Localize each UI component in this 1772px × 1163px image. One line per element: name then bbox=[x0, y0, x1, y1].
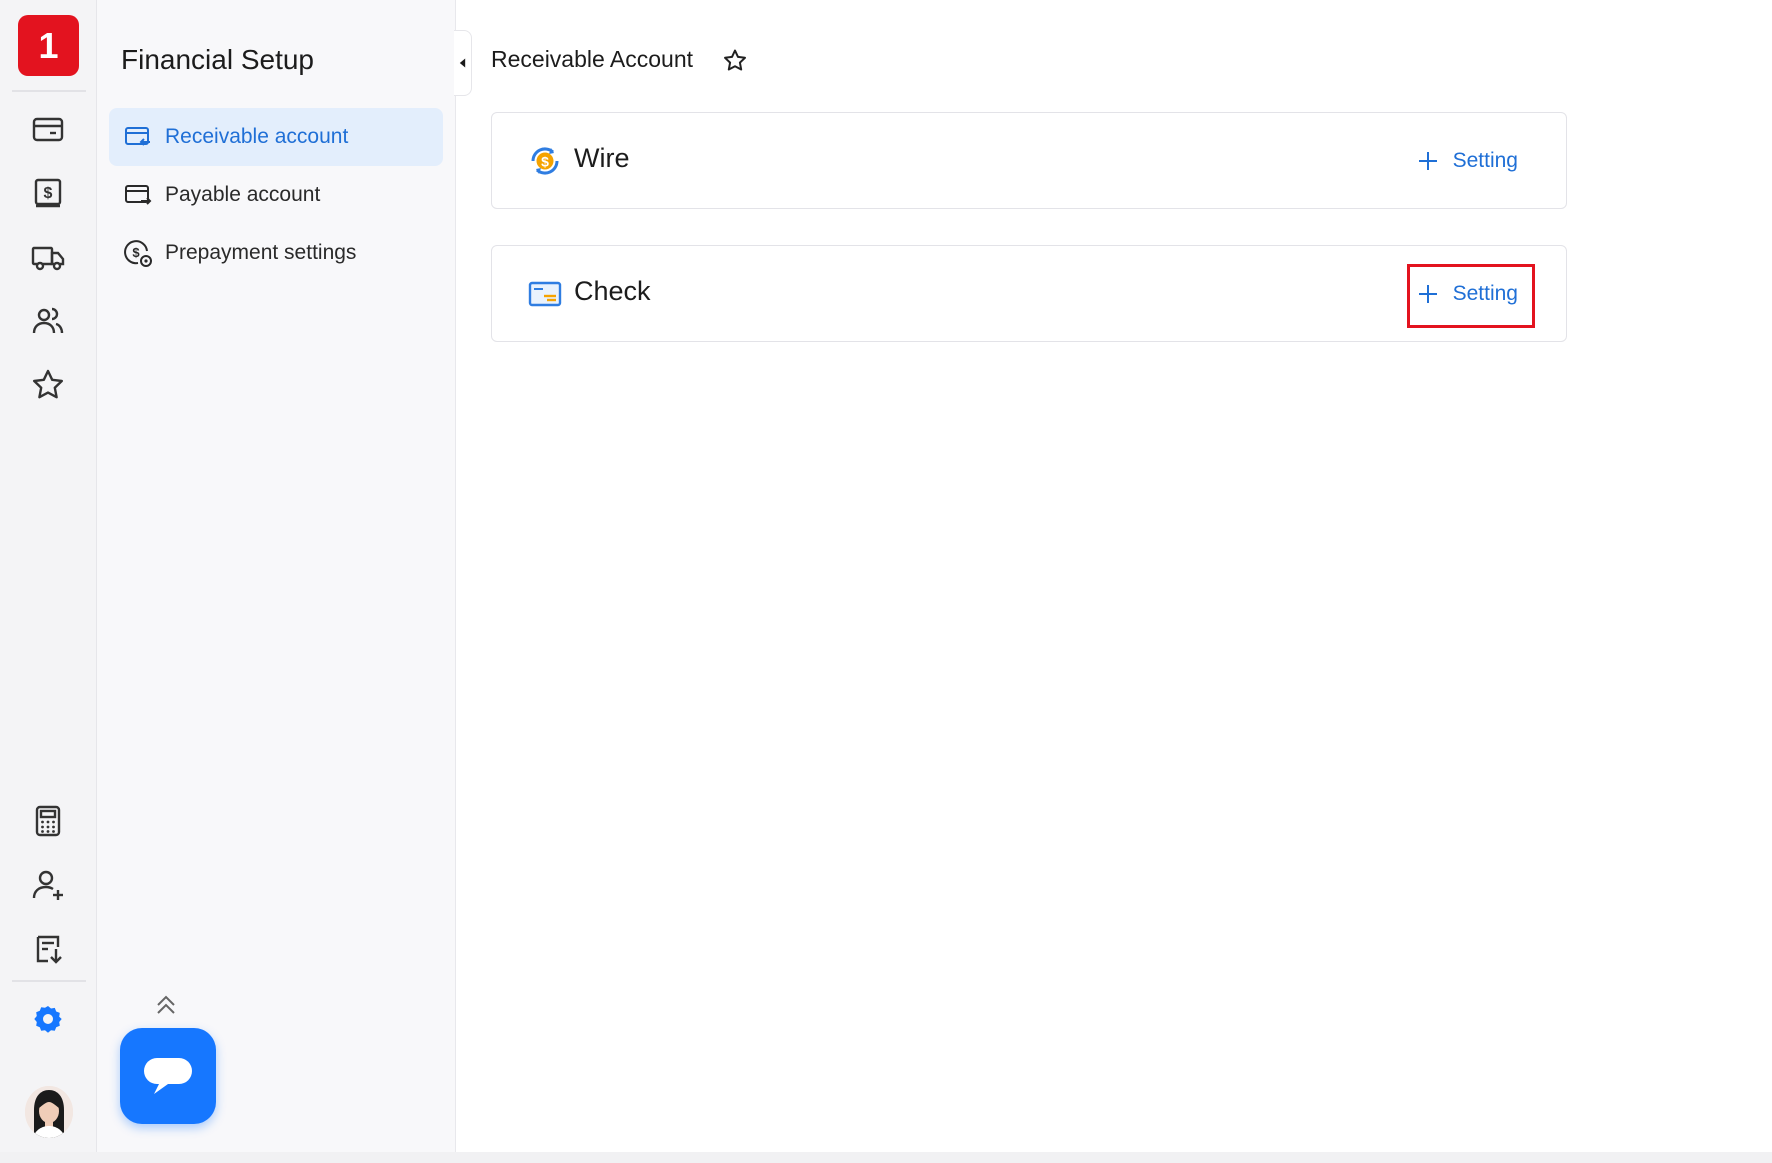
chat-button[interactable] bbox=[120, 1028, 216, 1124]
sidebar-item-payable-account[interactable]: Payable account bbox=[109, 166, 443, 224]
dollar-gear-icon: $ bbox=[123, 238, 153, 268]
sidebar-title: Financial Setup bbox=[121, 44, 315, 75]
svg-text:$: $ bbox=[44, 185, 53, 202]
wire-dollar-icon: $ bbox=[527, 143, 563, 179]
setting-label: Setting bbox=[1452, 149, 1518, 172]
sidebar-item-label: Receivable account bbox=[165, 125, 349, 148]
svg-text:$: $ bbox=[541, 154, 549, 170]
star-icon[interactable] bbox=[27, 364, 69, 406]
chat-bubble-icon bbox=[144, 1058, 192, 1094]
check-cheque-icon bbox=[527, 276, 563, 312]
plus-icon bbox=[1418, 285, 1437, 303]
collapse-sidebar-button[interactable] bbox=[454, 30, 472, 96]
bottom-strip bbox=[0, 1152, 1772, 1163]
download-list-icon[interactable] bbox=[27, 928, 69, 970]
wire-setting-button[interactable]: Setting bbox=[1417, 146, 1518, 176]
dollar-box-icon[interactable]: $ bbox=[27, 172, 69, 214]
receivable-card-icon bbox=[123, 122, 153, 152]
sidebar-item-label: Prepayment settings bbox=[165, 241, 357, 264]
payment-method-card-wire: $ Wire Setting bbox=[491, 112, 1567, 209]
gear-icon[interactable] bbox=[27, 998, 69, 1040]
card-icon[interactable] bbox=[27, 108, 69, 150]
rail-divider bbox=[12, 980, 86, 982]
users-icon[interactable] bbox=[27, 300, 69, 342]
payable-card-icon bbox=[123, 180, 153, 210]
sidebar-item-prepayment-settings[interactable]: $ Prepayment settings bbox=[109, 224, 443, 282]
add-user-icon[interactable] bbox=[27, 864, 69, 906]
payment-method-name: Check bbox=[574, 276, 651, 306]
rail-divider bbox=[12, 90, 86, 92]
sidebar-item-label: Payable account bbox=[165, 183, 321, 206]
avatar[interactable] bbox=[25, 1086, 73, 1138]
truck-icon[interactable] bbox=[27, 236, 69, 278]
calculator-icon[interactable] bbox=[27, 800, 69, 842]
svg-text:$: $ bbox=[132, 245, 140, 260]
caret-left-icon bbox=[459, 58, 466, 68]
app-rail: 1 $ bbox=[0, 0, 97, 1152]
check-setting-button[interactable]: Setting bbox=[1417, 279, 1518, 309]
financial-setup-sidebar: Financial Setup Receivable account Payab… bbox=[97, 0, 456, 1152]
page-title: Receivable Account bbox=[491, 46, 694, 72]
app-logo[interactable]: 1 bbox=[18, 15, 79, 76]
payment-method-card-check: Check Setting bbox=[491, 245, 1567, 342]
scroll-top-icon[interactable] bbox=[155, 994, 177, 1016]
plus-icon bbox=[1418, 152, 1437, 170]
setting-label: Setting bbox=[1452, 282, 1518, 305]
payment-method-name: Wire bbox=[574, 143, 630, 173]
sidebar-item-receivable-account[interactable]: Receivable account bbox=[109, 108, 443, 166]
favorite-star-icon[interactable] bbox=[722, 48, 748, 74]
